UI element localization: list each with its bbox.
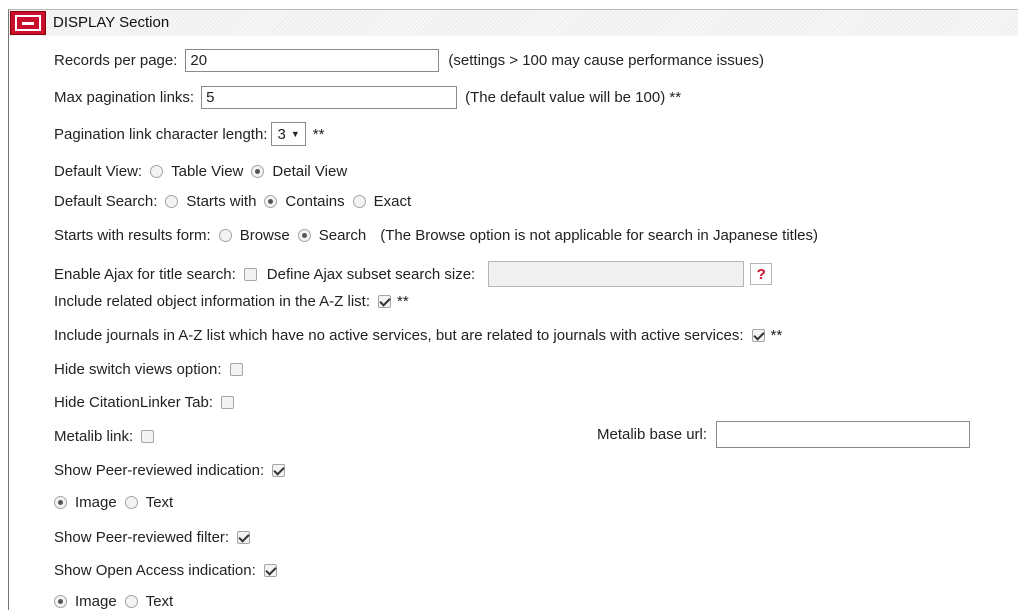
metalib-row: Metalib link: xyxy=(54,428,160,445)
open-access-indication-checkbox[interactable] xyxy=(263,564,277,577)
peer-reviewed-image-label: Image xyxy=(75,494,117,511)
peer-reviewed-display-row: Image Text xyxy=(46,494,173,511)
records-per-page-input[interactable] xyxy=(185,49,440,72)
records-per-page-note: (settings > 100 may cause performance is… xyxy=(448,52,764,69)
open-access-text-radio[interactable] xyxy=(124,595,138,608)
hide-switch-views-checkbox[interactable] xyxy=(229,363,243,376)
max-pagination-input[interactable] xyxy=(201,86,458,109)
ajax-label: Enable Ajax for title search: xyxy=(54,265,236,283)
table-view-radio[interactable] xyxy=(150,165,164,178)
search-option-label: Search xyxy=(318,227,367,244)
help-icon[interactable]: ? xyxy=(750,263,773,285)
starts-with-radio[interactable] xyxy=(165,195,179,208)
search-radio[interactable] xyxy=(297,229,311,242)
peer-reviewed-filter-checkbox[interactable] xyxy=(237,531,251,544)
exact-radio[interactable] xyxy=(352,195,366,208)
open-access-image-radio[interactable] xyxy=(54,595,67,608)
open-access-image-label: Image xyxy=(75,593,117,610)
section-title: DISPLAY Section xyxy=(53,14,170,31)
open-access-indication-label: Show Open Access indication: xyxy=(54,562,256,579)
open-access-indication-row: Show Open Access indication: xyxy=(54,562,283,579)
peer-reviewed-indication-row: Show Peer-reviewed indication: xyxy=(54,462,291,479)
detail-view-radio[interactable] xyxy=(251,165,265,178)
default-view-row: Default View: Table View Detail View xyxy=(54,163,347,180)
records-per-page-row: Records per page: (settings > 100 may ca… xyxy=(54,49,764,72)
peer-reviewed-filter-row: Show Peer-reviewed filter: xyxy=(54,529,256,546)
hide-switch-views-row: Hide switch views option: xyxy=(54,361,249,378)
related-object-checkbox[interactable] xyxy=(378,295,391,308)
peer-reviewed-indication-checkbox[interactable] xyxy=(272,464,286,477)
max-pagination-row: Max pagination links: (The default value… xyxy=(54,86,681,109)
starts-with-option-label: Starts with xyxy=(186,193,257,210)
peer-reviewed-text-radio[interactable] xyxy=(124,496,138,509)
ajax-subset-input[interactable] xyxy=(488,261,745,287)
journals-no-active-row: Include journals in A-Z list which have … xyxy=(54,327,782,344)
pagination-char-length-value: 3 xyxy=(277,125,286,143)
starts-with-form-note: (The Browse option is not applicable for… xyxy=(380,227,818,244)
peer-reviewed-image-radio[interactable] xyxy=(54,496,67,509)
open-access-text-label: Text xyxy=(145,593,174,610)
peer-reviewed-filter-label: Show Peer-reviewed filter: xyxy=(54,529,230,546)
related-object-note: ** xyxy=(397,293,409,310)
exact-option-label: Exact xyxy=(373,193,412,210)
metalib-url-label: Metalib base url: xyxy=(597,426,708,443)
peer-reviewed-indication-label: Show Peer-reviewed indication: xyxy=(54,462,265,479)
journals-no-active-label: Include journals in A-Z list which have … xyxy=(54,327,744,344)
journals-no-active-checkbox[interactable] xyxy=(751,329,765,342)
dropdown-arrow-icon: ▼ xyxy=(290,129,300,139)
table-view-option-label: Table View xyxy=(171,163,244,180)
default-search-row: Default Search: Starts with Contains Exa… xyxy=(54,193,411,210)
hide-citationlinker-checkbox[interactable] xyxy=(220,396,234,409)
max-pagination-label: Max pagination links: xyxy=(54,89,195,106)
contains-radio[interactable] xyxy=(264,195,278,208)
pagination-char-length-row: Pagination link character length: 3 ▼ ** xyxy=(54,122,324,146)
pagination-char-length-note: ** xyxy=(312,125,325,143)
minus-icon xyxy=(15,15,41,31)
contains-option-label: Contains xyxy=(285,193,345,210)
starts-with-form-label: Starts with results form: xyxy=(54,227,211,244)
default-view-label: Default View: xyxy=(54,163,143,180)
collapse-toggle-button[interactable] xyxy=(10,11,46,35)
ajax-subset-label: Define Ajax subset search size: xyxy=(266,265,476,283)
ajax-checkbox[interactable] xyxy=(243,267,257,281)
open-access-display-row: Image Text xyxy=(46,593,173,610)
hide-switch-views-label: Hide switch views option: xyxy=(54,361,222,378)
metalib-url-row: Metalib base url: xyxy=(597,421,971,448)
records-per-page-label: Records per page: xyxy=(54,52,178,69)
peer-reviewed-text-label: Text xyxy=(145,494,174,511)
max-pagination-note: (The default value will be 100) ** xyxy=(465,89,682,106)
related-object-label: Include related object information in th… xyxy=(54,293,370,310)
metalib-url-input[interactable] xyxy=(716,421,971,448)
starts-with-form-row: Starts with results form: Browse Search … xyxy=(54,227,818,244)
related-object-row: Include related object information in th… xyxy=(54,293,409,310)
pagination-char-length-label: Pagination link character length: xyxy=(54,125,268,143)
hide-citationlinker-label: Hide CitationLinker Tab: xyxy=(54,394,213,411)
metalib-label: Metalib link: xyxy=(54,428,134,445)
browse-radio[interactable] xyxy=(218,229,232,242)
hide-citationlinker-row: Hide CitationLinker Tab: xyxy=(54,394,240,411)
browse-option-label: Browse xyxy=(239,227,290,244)
detail-view-option-label: Detail View xyxy=(272,163,348,180)
journals-no-active-note: ** xyxy=(770,327,783,344)
ajax-row: Enable Ajax for title search: Define Aja… xyxy=(54,261,773,287)
pagination-char-length-select[interactable]: 3 ▼ xyxy=(271,122,306,146)
metalib-checkbox[interactable] xyxy=(141,430,155,443)
default-search-label: Default Search: xyxy=(54,193,158,210)
